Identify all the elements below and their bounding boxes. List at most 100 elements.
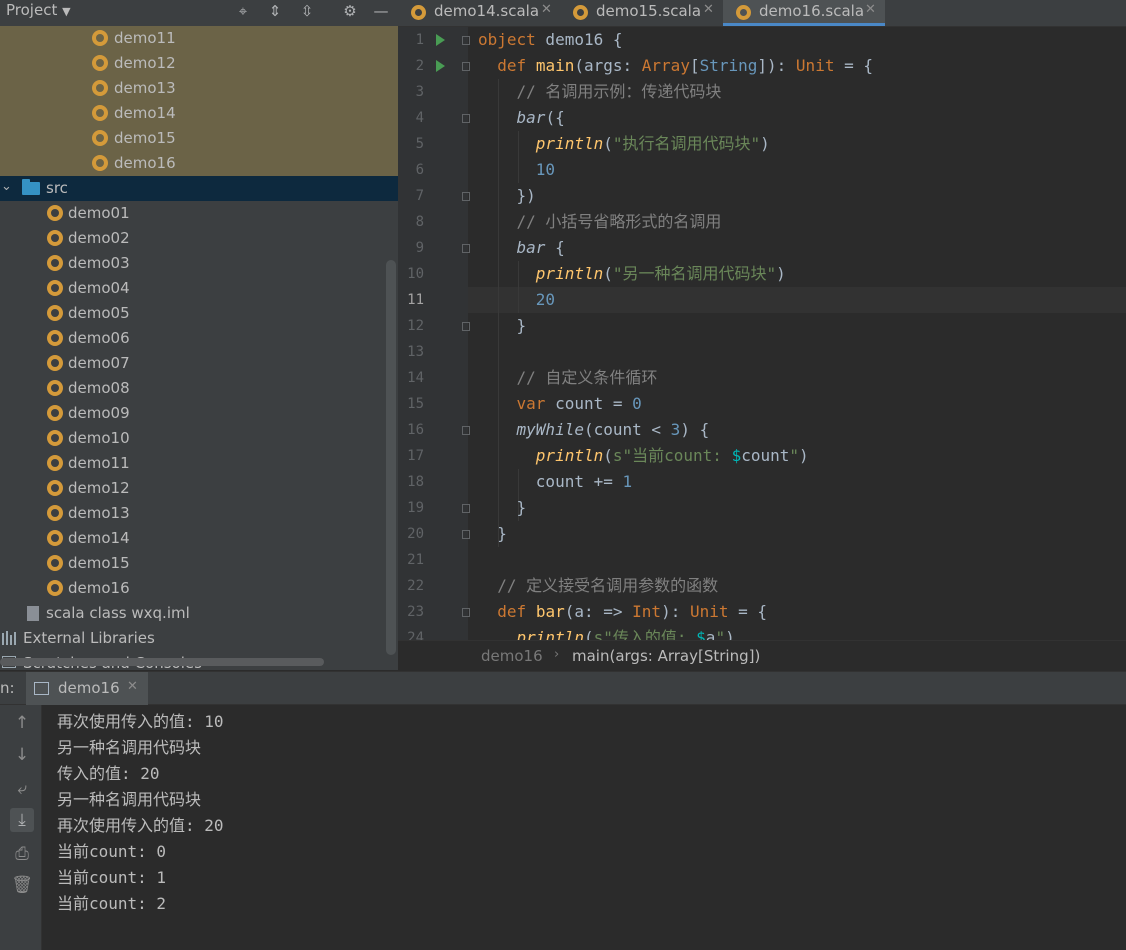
fold-icon[interactable] bbox=[462, 504, 470, 513]
project-view-dropdown[interactable]: Project ▼ bbox=[6, 1, 71, 19]
project-panel: Project ▼ ⌖ ⇕ ⇳ ⚙ — demo11 demo12 demo13… bbox=[0, 0, 398, 670]
run-gutter-icon[interactable] bbox=[436, 34, 445, 46]
tree-item-demo02[interactable]: demo02 bbox=[0, 226, 398, 251]
line-number: 21 bbox=[407, 552, 424, 568]
tab-label: demo15.scala bbox=[596, 2, 702, 20]
code-line-4: bar({ bbox=[516, 108, 565, 127]
tree-item-demo07[interactable]: demo07 bbox=[0, 351, 398, 376]
line-number: 7 bbox=[415, 188, 424, 204]
tree-item-iml-file[interactable]: scala class wxq.iml bbox=[0, 601, 398, 626]
tree-item-label: demo02 bbox=[68, 229, 130, 247]
tree-item-demo13[interactable]: demo13 bbox=[0, 501, 398, 526]
tab-demo16[interactable]: demo16.scala ✕ bbox=[723, 0, 885, 26]
fold-icon[interactable] bbox=[462, 114, 470, 123]
line-number: 4 bbox=[415, 110, 424, 126]
line-number: 1 bbox=[415, 32, 424, 48]
code-line-12: } bbox=[478, 316, 527, 335]
run-gutter-icon[interactable] bbox=[436, 60, 445, 72]
tree-item-demo11[interactable]: demo11 bbox=[0, 451, 398, 476]
tree-item-demo14[interactable]: demo14 bbox=[0, 526, 398, 551]
tree-item-demo16-top[interactable]: demo16 bbox=[0, 151, 398, 176]
run-toolbar: ↑ ↓ ⤶ ⤓ ⎙ 🗑 bbox=[0, 705, 42, 950]
line-number: 24 bbox=[407, 630, 424, 640]
breadcrumb-item-method[interactable]: main(args: Array[String]) bbox=[572, 647, 760, 665]
fold-icon[interactable] bbox=[462, 192, 470, 201]
console-output[interactable]: 再次使用传入的值: 10 另一种名调用代码块 传入的值: 20 另一种名调用代码… bbox=[42, 705, 1126, 950]
arrow-down-icon[interactable]: ↓ bbox=[10, 743, 34, 767]
tree-item-demo14-top[interactable]: demo14 bbox=[0, 101, 398, 126]
fold-icon[interactable] bbox=[462, 530, 470, 539]
scala-object-icon bbox=[47, 205, 63, 221]
tree-item-demo01[interactable]: demo01 bbox=[0, 201, 398, 226]
line-number: 17 bbox=[407, 448, 424, 464]
tree-item-label: demo09 bbox=[68, 404, 130, 422]
tree-item-external-libraries[interactable]: External Libraries bbox=[0, 626, 398, 651]
fold-icon[interactable] bbox=[462, 244, 470, 253]
minimize-icon[interactable]: — bbox=[370, 0, 392, 22]
vertical-scrollbar[interactable] bbox=[386, 260, 396, 655]
code-line-22: // 定义接受名调用参数的函数 bbox=[497, 576, 719, 595]
fold-icon[interactable] bbox=[462, 426, 470, 435]
tree-item-demo08[interactable]: demo08 bbox=[0, 376, 398, 401]
close-icon[interactable]: ✕ bbox=[127, 679, 138, 694]
line-number: 10 bbox=[407, 266, 424, 282]
code-editor[interactable]: 1 2 3 4 5 6 7 8 9 10 11 12 13 14 15 16 1… bbox=[398, 27, 1126, 640]
tab-demo14[interactable]: demo14.scala ✕ bbox=[398, 0, 560, 26]
console-line: 传入的值: 20 bbox=[57, 764, 160, 783]
scala-object-icon bbox=[92, 30, 108, 46]
fold-icon[interactable] bbox=[462, 608, 470, 617]
tree-item-demo15-top[interactable]: demo15 bbox=[0, 126, 398, 151]
breadcrumb-item-object[interactable]: demo16 bbox=[481, 647, 543, 665]
tree-item-label: demo11 bbox=[114, 29, 176, 47]
close-icon[interactable]: ✕ bbox=[541, 2, 552, 17]
collapse-all-icon[interactable]: ⇳ bbox=[296, 0, 318, 22]
tab-demo15[interactable]: demo15.scala ✕ bbox=[560, 0, 722, 26]
line-number: 6 bbox=[415, 162, 424, 178]
tree-item-demo05[interactable]: demo05 bbox=[0, 301, 398, 326]
scala-object-icon bbox=[47, 380, 63, 396]
scala-object-icon bbox=[47, 280, 63, 296]
scala-object-icon bbox=[47, 555, 63, 571]
console-line: 另一种名调用代码块 bbox=[57, 790, 202, 809]
close-icon[interactable]: ✕ bbox=[865, 2, 876, 17]
fold-icon[interactable] bbox=[462, 322, 470, 331]
chevron-down-icon[interactable]: ⌄ bbox=[1, 179, 12, 194]
tree-item-label: demo16 bbox=[68, 579, 130, 597]
console-line: 再次使用传入的值: 20 bbox=[57, 816, 224, 835]
tree-item-demo12[interactable]: demo12 bbox=[0, 476, 398, 501]
horizontal-scrollbar[interactable] bbox=[0, 658, 324, 666]
soft-wrap-icon[interactable]: ⤶ bbox=[10, 777, 34, 801]
arrow-up-icon[interactable]: ↑ bbox=[10, 711, 34, 735]
tree-item-demo12-top[interactable]: demo12 bbox=[0, 51, 398, 76]
scroll-to-end-icon[interactable]: ⤓ bbox=[10, 808, 34, 832]
tree-item-demo06[interactable]: demo06 bbox=[0, 326, 398, 351]
close-icon[interactable]: ✕ bbox=[703, 2, 714, 17]
tree-item-demo16[interactable]: demo16 bbox=[0, 576, 398, 601]
crosshair-icon[interactable]: ⌖ bbox=[232, 0, 254, 22]
fold-icon[interactable] bbox=[462, 36, 470, 45]
code-line-8: // 小括号省略形式的名调用 bbox=[516, 212, 722, 231]
line-number: 15 bbox=[407, 396, 424, 412]
print-icon[interactable]: ⎙ bbox=[10, 842, 34, 866]
tree-item-src-folder[interactable]: ⌄ src bbox=[0, 176, 398, 201]
tree-item-demo11-top[interactable]: demo11 bbox=[0, 26, 398, 51]
trash-icon[interactable]: 🗑 bbox=[10, 873, 34, 897]
editor-tab-bar: demo14.scala ✕ demo15.scala ✕ demo16.sca… bbox=[398, 0, 1126, 27]
code-line-19: } bbox=[478, 498, 527, 517]
fold-icon[interactable] bbox=[462, 62, 470, 71]
tree-item-demo15[interactable]: demo15 bbox=[0, 551, 398, 576]
tree-item-demo09[interactable]: demo09 bbox=[0, 401, 398, 426]
tree-item-label: demo03 bbox=[68, 254, 130, 272]
tree-item-demo04[interactable]: demo04 bbox=[0, 276, 398, 301]
code-line-20: } bbox=[478, 524, 507, 543]
tree-item-demo13-top[interactable]: demo13 bbox=[0, 76, 398, 101]
gear-icon[interactable]: ⚙ bbox=[339, 0, 361, 22]
run-tab-demo16[interactable]: demo16 ✕ bbox=[26, 672, 148, 706]
tree-item-demo10[interactable]: demo10 bbox=[0, 426, 398, 451]
tree-item-label: demo11 bbox=[68, 454, 130, 472]
expand-all-icon[interactable]: ⇕ bbox=[264, 0, 286, 22]
code-line-11: 20 bbox=[535, 290, 556, 309]
line-number: 3 bbox=[415, 84, 424, 100]
library-icon bbox=[2, 631, 18, 645]
tree-item-demo03[interactable]: demo03 bbox=[0, 251, 398, 276]
